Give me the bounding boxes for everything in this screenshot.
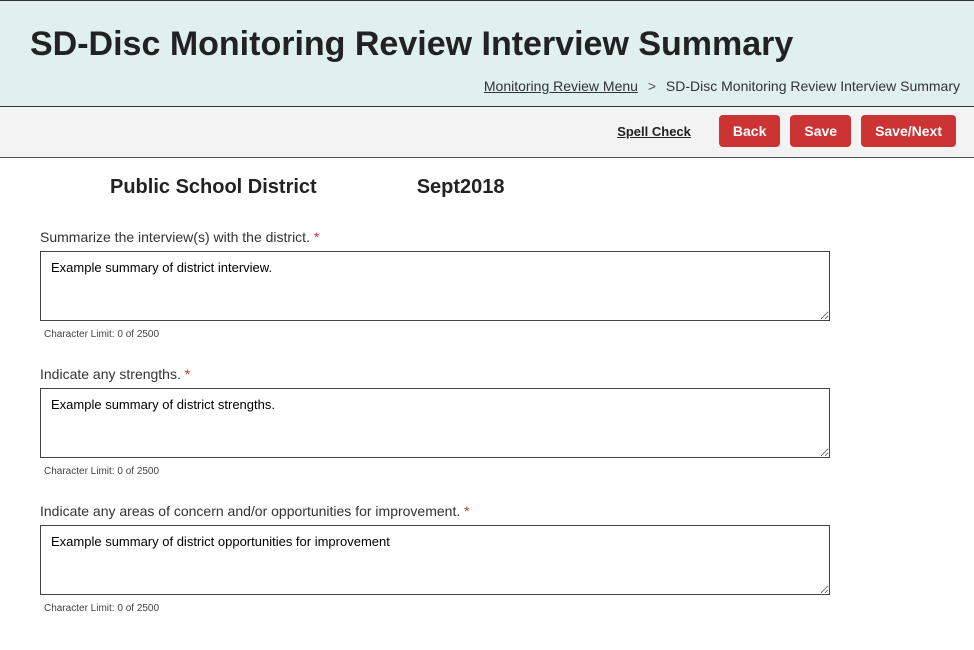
required-marker: * — [464, 503, 469, 519]
label-text: Summarize the interview(s) with the dist… — [40, 229, 310, 245]
field-summary: Summarize the interview(s) with the dist… — [40, 229, 934, 340]
summary-textarea[interactable] — [40, 251, 830, 321]
concerns-char-limit: Character Limit: 0 of 2500 — [44, 603, 934, 614]
field-strengths: Indicate any strengths. * Character Limi… — [40, 366, 934, 477]
district-name: Public School District — [110, 176, 317, 199]
field-strengths-label: Indicate any strengths. * — [40, 366, 934, 382]
header-band: SD-Disc Monitoring Review Interview Summ… — [0, 0, 974, 107]
spell-check-link[interactable]: Spell Check — [617, 124, 691, 139]
summary-char-limit: Character Limit: 0 of 2500 — [44, 329, 934, 340]
breadcrumb-current: SD-Disc Monitoring Review Interview Summ… — [666, 78, 960, 94]
breadcrumb: Monitoring Review Menu > SD-Disc Monitor… — [30, 78, 960, 94]
save-next-button[interactable]: Save/Next — [861, 115, 956, 147]
page-title: SD-Disc Monitoring Review Interview Summ… — [30, 25, 960, 64]
required-marker: * — [314, 229, 319, 245]
field-summary-label: Summarize the interview(s) with the dist… — [40, 229, 934, 245]
toolbar: Spell Check Back Save Save/Next — [0, 107, 974, 158]
back-button[interactable]: Back — [719, 115, 780, 147]
strengths-textarea[interactable] — [40, 388, 830, 458]
breadcrumb-separator: > — [648, 78, 656, 94]
meta-row: Public School District Sept2018 — [40, 176, 934, 199]
label-text: Indicate any strengths. — [40, 366, 181, 382]
label-text: Indicate any areas of concern and/or opp… — [40, 503, 460, 519]
save-button[interactable]: Save — [790, 115, 851, 147]
concerns-textarea[interactable] — [40, 525, 830, 595]
field-concerns-label: Indicate any areas of concern and/or opp… — [40, 503, 934, 519]
strengths-char-limit: Character Limit: 0 of 2500 — [44, 466, 934, 477]
required-marker: * — [185, 366, 190, 382]
field-concerns: Indicate any areas of concern and/or opp… — [40, 503, 934, 614]
period-label: Sept2018 — [417, 176, 505, 199]
breadcrumb-link-monitoring-review-menu[interactable]: Monitoring Review Menu — [484, 78, 638, 94]
content-area: Public School District Sept2018 Summariz… — [0, 158, 974, 650]
